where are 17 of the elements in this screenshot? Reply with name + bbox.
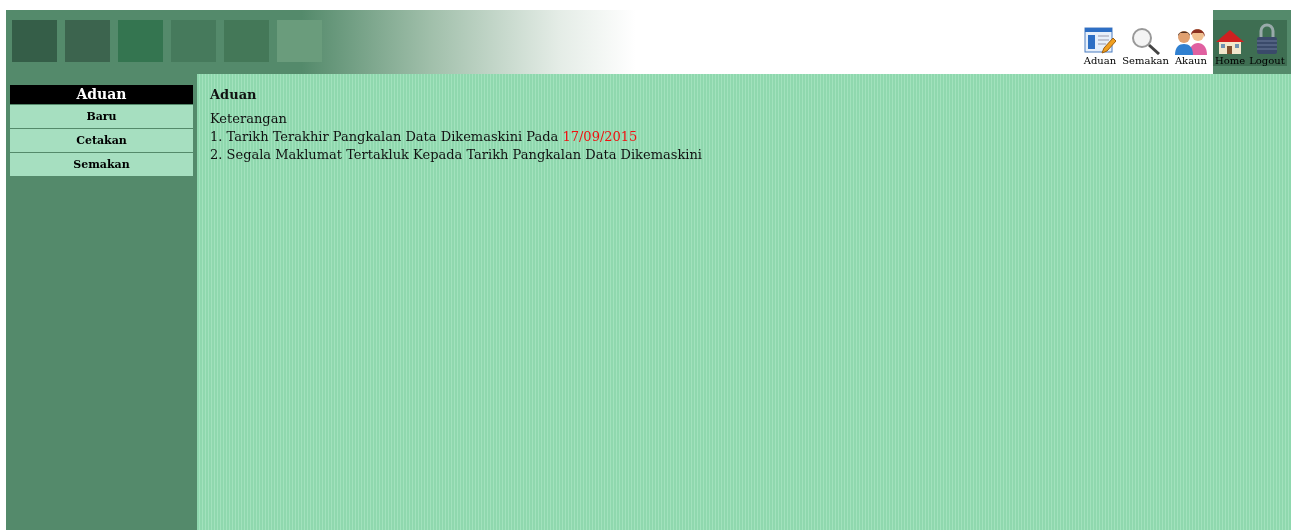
info-line: 2. Segala Maklumat Tertakluk Kepada Tarikh Pangkalan Data Dikemaskini bbox=[210, 146, 703, 164]
menu-title: Aduan bbox=[10, 85, 193, 104]
header-tile bbox=[65, 20, 110, 62]
header-tile bbox=[118, 20, 163, 62]
info-line: 1. Tarikh Terakhir Pangkalan Data Dikemaskini Pada 17/09/2015 bbox=[210, 128, 639, 146]
section-label: Keterangan bbox=[210, 110, 288, 128]
toolbar-link[interactable]: Aduan bbox=[1081, 27, 1119, 66]
toolbar-link[interactable]: Semakan bbox=[1120, 27, 1171, 66]
document-pencil-icon bbox=[1083, 27, 1116, 55]
house-icon bbox=[1215, 27, 1246, 55]
toolbar-link[interactable]: Home bbox=[1213, 27, 1248, 66]
page-heading: Aduan bbox=[210, 87, 258, 102]
header-tile bbox=[12, 20, 57, 62]
search-icon bbox=[1130, 27, 1161, 55]
padlock-icon bbox=[1254, 23, 1279, 55]
toolbar-link[interactable]: Logout bbox=[1247, 23, 1287, 66]
toolbar-link[interactable]: Akaun bbox=[1172, 25, 1209, 66]
